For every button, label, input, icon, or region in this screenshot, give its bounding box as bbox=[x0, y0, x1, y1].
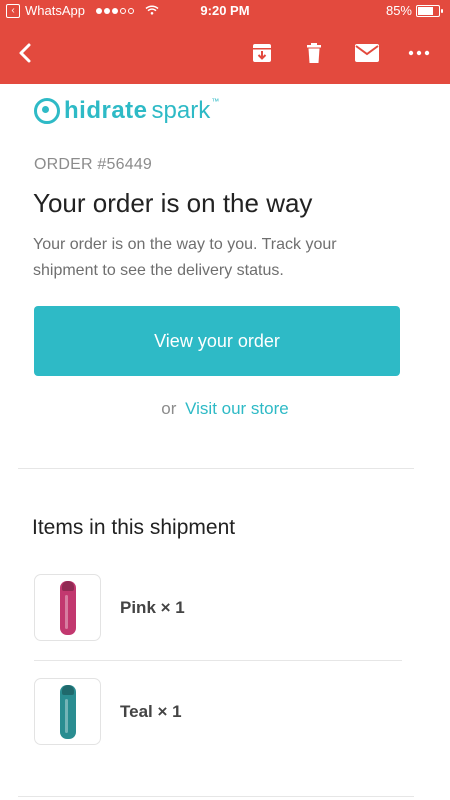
visit-store-link[interactable]: Visit our store bbox=[185, 399, 289, 418]
bottle-icon bbox=[59, 684, 76, 739]
item-label: Pink × 1 bbox=[120, 598, 185, 617]
status-time: 9:20 PM bbox=[200, 3, 250, 18]
shipment-item: Pink × 1 bbox=[34, 574, 434, 642]
item-label: Teal × 1 bbox=[120, 702, 182, 721]
back-icon[interactable] bbox=[12, 40, 40, 66]
logo-icon bbox=[34, 98, 60, 124]
status-bar: ‹ WhatsApp 9:20 PM 85% bbox=[0, 0, 450, 22]
trash-icon[interactable] bbox=[300, 40, 328, 66]
divider bbox=[18, 468, 414, 469]
battery-percent: 85% bbox=[385, 3, 412, 18]
shipment-title: Items in this shipment bbox=[32, 516, 236, 539]
logo-text-strong: hidrate bbox=[64, 97, 148, 124]
logo-trademark: ™ bbox=[211, 96, 220, 106]
product-thumbnail bbox=[34, 574, 101, 641]
order-headline: Your order is on the way bbox=[33, 188, 313, 218]
battery-icon bbox=[416, 4, 443, 17]
store-line: or Visit our store bbox=[0, 399, 450, 419]
shipment-item: Teal × 1 bbox=[34, 678, 434, 746]
item-divider bbox=[34, 660, 402, 661]
status-right: 85% bbox=[385, 3, 443, 18]
view-order-button[interactable]: View your order bbox=[34, 306, 400, 376]
email-toolbar bbox=[0, 28, 450, 78]
logo-text-light: spark bbox=[151, 97, 211, 124]
store-prefix: or bbox=[161, 399, 177, 418]
order-description: Your order is on the way to you. Track y… bbox=[33, 236, 337, 279]
divider bbox=[18, 796, 414, 797]
brand-logo: hidrate spark ™ bbox=[34, 96, 220, 126]
battery-fill bbox=[418, 6, 434, 15]
product-thumbnail bbox=[34, 678, 101, 745]
app-header: ‹ WhatsApp 9:20 PM 85% bbox=[0, 0, 450, 84]
archive-icon[interactable] bbox=[248, 40, 276, 66]
order-number: ORDER #56449 bbox=[34, 156, 153, 173]
more-icon[interactable] bbox=[405, 40, 433, 66]
mail-icon[interactable] bbox=[353, 40, 381, 66]
bottle-icon bbox=[59, 580, 76, 635]
